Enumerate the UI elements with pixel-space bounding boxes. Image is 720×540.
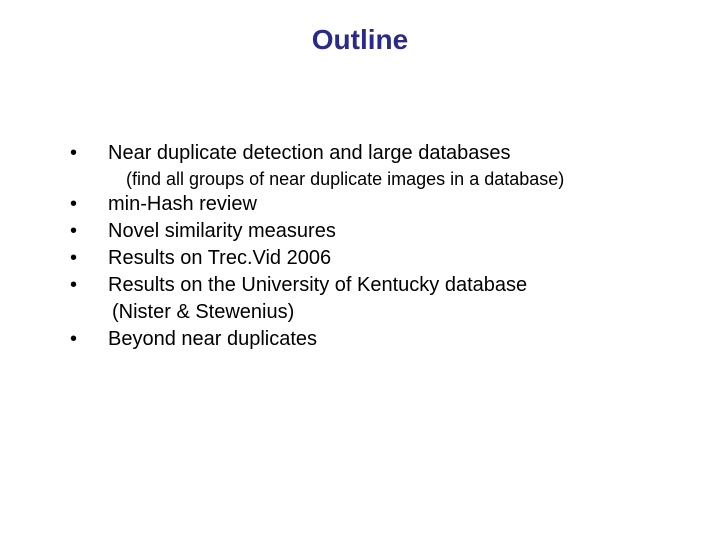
bullet-item-3: • Novel similarity measures <box>70 218 680 245</box>
bullet-text: Results on Trec.Vid 2006 <box>108 245 680 272</box>
bullet-text: Results on the University of Kentucky da… <box>108 272 680 299</box>
bullet-subtext: (find all groups of near duplicate image… <box>108 167 680 191</box>
bullet-item-1-sub: (find all groups of near duplicate image… <box>70 167 680 191</box>
bullet-icon: • <box>70 326 108 353</box>
bullet-icon: • <box>70 245 108 272</box>
bullet-text: Beyond near duplicates <box>108 326 680 353</box>
bullet-item-6: • Beyond near duplicates <box>70 326 680 353</box>
bullet-item-2: • min-Hash review <box>70 191 680 218</box>
slide: Outline • Near duplicate detection and l… <box>0 0 720 540</box>
bullet-item-5: • Results on the University of Kentucky … <box>70 272 680 299</box>
slide-body: • Near duplicate detection and large dat… <box>70 140 680 353</box>
bullet-icon: • <box>70 218 108 245</box>
bullet-item-4: • Results on Trec.Vid 2006 <box>70 245 680 272</box>
bullet-item-1: • Near duplicate detection and large dat… <box>70 140 680 167</box>
bullet-text-continuation: (Nister & Stewenius) <box>108 299 680 326</box>
bullet-text: min-Hash review <box>108 191 680 218</box>
bullet-item-5-cont: (Nister & Stewenius) <box>70 299 680 326</box>
bullet-text: Near duplicate detection and large datab… <box>108 140 680 167</box>
bullet-icon: • <box>70 140 108 167</box>
slide-title: Outline <box>0 24 720 56</box>
bullet-text: Novel similarity measures <box>108 218 680 245</box>
bullet-icon: • <box>70 272 108 299</box>
bullet-icon: • <box>70 191 108 218</box>
